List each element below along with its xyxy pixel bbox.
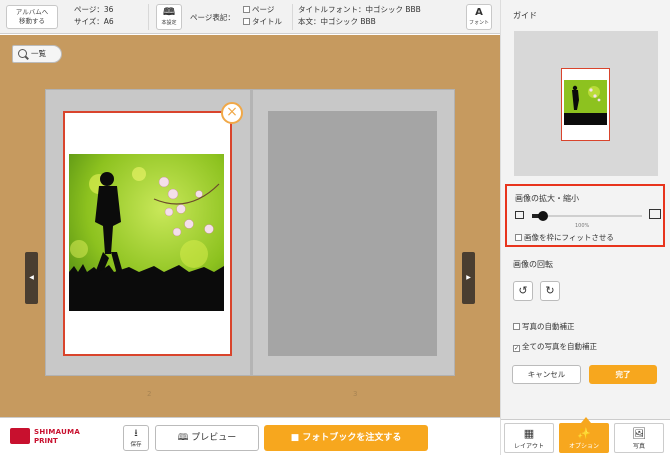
remove-photo-button[interactable]: × — [221, 102, 243, 124]
guide-page-thumbnail — [561, 68, 610, 141]
book-icon: 🕮 — [177, 433, 192, 443]
tab-layout[interactable]: ▦ レイアウト — [504, 423, 554, 453]
book-settings-label: 本設定 — [161, 20, 177, 26]
photo-icon: 🖼 — [632, 427, 646, 440]
rotate-right-button[interactable]: ↻ — [540, 281, 560, 301]
page-count: ページ：36 — [74, 5, 114, 14]
font-button-label: フォント — [468, 20, 489, 26]
next-page-tab[interactable]: ▶ — [462, 252, 475, 304]
book-spine — [250, 90, 253, 375]
tab-options[interactable]: ✨ オプション — [559, 417, 609, 453]
back-label-line2: 移動する — [19, 17, 45, 25]
auto-correct-all-option[interactable]: ✓ 全ての写真を自動補正 — [513, 341, 597, 352]
shimauma-print-logo: SHIMAUMA PRINT — [10, 427, 90, 449]
book-size: サイズ：A6 — [74, 17, 114, 26]
panel-tabs: ▦ レイアウト ✨ オプション 🖼 写真 — [501, 417, 670, 455]
slider-handle[interactable] — [538, 211, 548, 221]
font-info: タイトルフォント：中ゴシック BBB 本文：中ゴシック BBB — [298, 4, 421, 28]
overview-label: 一覧 — [31, 49, 46, 58]
guide-preview — [514, 31, 658, 176]
previous-page-tab[interactable]: ◀ — [25, 252, 38, 304]
font-button[interactable]: A フォント — [466, 4, 492, 30]
fit-to-frame-option[interactable]: 画像を枠にフィットさせる — [515, 232, 614, 243]
guide-title: ガイド — [513, 11, 537, 20]
order-label: フォトブックを注文する — [302, 433, 402, 443]
logo-text-line1: SHIMAUMA — [34, 428, 81, 436]
title-toggle[interactable]: タイトル — [243, 16, 282, 28]
save-label: 保存 — [130, 442, 142, 448]
logo-text-line2: PRINT — [34, 437, 58, 445]
checkbox[interactable] — [513, 323, 520, 330]
font-icon: A — [475, 7, 483, 18]
body-font: 本文：中ゴシック BBB — [298, 17, 376, 26]
right-page[interactable] — [268, 111, 437, 356]
page-spread — [45, 89, 455, 376]
checkbox[interactable] — [243, 6, 250, 13]
page-number-label: ページ — [252, 5, 275, 14]
zoom-title: 画像の拡大・縮小 — [515, 194, 579, 203]
page-number-toggle[interactable]: ページ — [243, 4, 282, 16]
options-panel: ガイド 画像の拡大・縮小 100% 画像を枠にフィットさせる 画像の回転 ↺ ↻… — [500, 0, 670, 455]
zoom-percent: 100% — [575, 223, 590, 229]
preview-label: プレビュー — [191, 433, 237, 443]
slider-track[interactable] — [532, 215, 642, 217]
layout-icon: ▦ — [523, 427, 535, 440]
magnifier-icon — [18, 49, 27, 58]
rotate-left-button[interactable]: ↺ — [513, 281, 533, 301]
rotation-title: 画像の回転 — [513, 260, 553, 269]
wand-icon: ✨ — [577, 427, 591, 440]
top-toolbar: アルバムへ 移動する ページ：36 サイズ：A6 🕮 本設定 ページ表記： ペー… — [0, 0, 500, 34]
back-label-line1: アルバムへ — [15, 8, 49, 16]
back-to-album-button[interactable]: アルバムへ 移動する — [6, 5, 58, 29]
done-button[interactable]: 完了 — [589, 365, 657, 384]
photo-image — [69, 154, 224, 311]
preview-button[interactable]: 🕮 プレビュー — [155, 425, 259, 451]
title-font: タイトルフォント：中ゴシック BBB — [298, 5, 421, 14]
book-settings-button[interactable]: 🕮 本設定 — [156, 4, 182, 30]
checkbox[interactable] — [243, 18, 250, 25]
zoom-slider[interactable] — [515, 209, 661, 222]
image-large-icon — [649, 209, 661, 219]
book-icon: ■ — [290, 433, 303, 443]
tab-label: オプション — [568, 443, 599, 450]
auto-correct-option[interactable]: 写真の自動補正 — [513, 321, 575, 332]
zebra-logo-icon — [10, 428, 30, 444]
divider — [292, 4, 293, 30]
image-zoom-section: 画像の拡大・縮小 100% 画像を枠にフィットさせる — [505, 184, 665, 247]
fit-label: 画像を枠にフィットさせる — [524, 233, 614, 242]
download-icon: ⭳ — [134, 428, 138, 439]
image-small-icon — [515, 211, 524, 219]
page-display-options: ページ タイトル — [243, 4, 282, 28]
order-photobook-button[interactable]: ■ フォトブックを注文する — [264, 425, 428, 451]
overview-button[interactable]: 一覧 — [12, 45, 62, 63]
title-label: タイトル — [252, 17, 282, 26]
editor-canvas: 一覧 × ◀ ▶ 2 3 — [0, 35, 500, 417]
selected-photo[interactable] — [69, 154, 224, 311]
bottom-toolbar: SHIMAUMA PRINT ⭳ 保存 🕮 プレビュー ■ フォトブックを注文す… — [0, 417, 500, 455]
cancel-button[interactable]: キャンセル — [512, 365, 581, 384]
auto-correct-label: 写真の自動補正 — [522, 322, 575, 331]
left-page[interactable] — [63, 111, 232, 356]
checkbox[interactable] — [515, 234, 522, 241]
tab-photos[interactable]: 🖼 写真 — [614, 423, 664, 453]
checkbox-checked[interactable]: ✓ — [513, 345, 520, 352]
book-icon: 🕮 — [163, 7, 175, 18]
divider — [148, 4, 149, 30]
right-page-number: 3 — [353, 390, 358, 398]
book-info: ページ：36 サイズ：A6 — [74, 4, 114, 28]
guide-photo-thumbnail — [564, 80, 607, 125]
tab-label: レイアウト — [513, 443, 544, 450]
left-page-number: 2 — [147, 390, 152, 398]
page-display-label: ページ表記： — [190, 13, 235, 22]
save-button[interactable]: ⭳ 保存 — [123, 425, 149, 451]
tab-label: 写真 — [632, 443, 645, 450]
auto-correct-all-label: 全ての写真を自動補正 — [522, 342, 597, 351]
